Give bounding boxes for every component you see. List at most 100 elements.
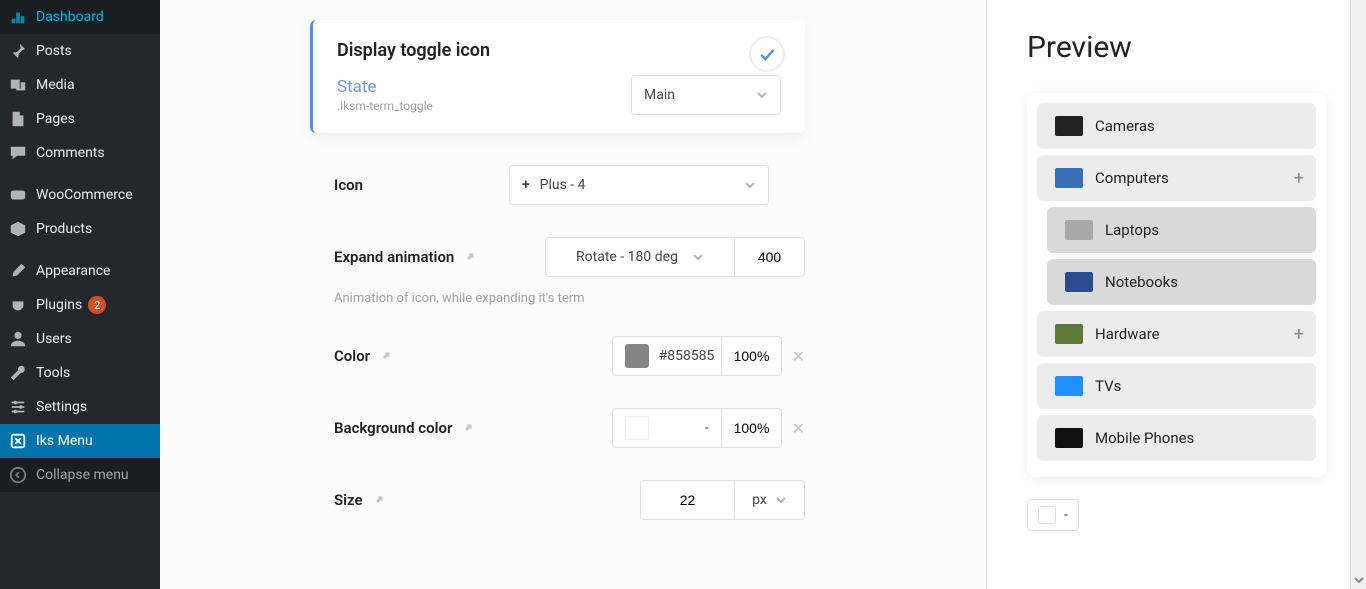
swatch-icon bbox=[1038, 506, 1056, 524]
woocommerce-icon bbox=[8, 185, 28, 205]
preview-item[interactable]: Mobile Phones bbox=[1037, 415, 1316, 461]
comment-icon bbox=[8, 143, 28, 163]
preview-item[interactable]: Computers + bbox=[1037, 155, 1316, 201]
plus-icon: + bbox=[522, 177, 530, 193]
sidebar-item-pages[interactable]: Pages bbox=[0, 102, 160, 136]
sidebar-collapse[interactable]: Collapse menu bbox=[0, 458, 160, 492]
preview-item-label: Laptops bbox=[1105, 221, 1159, 239]
preview-item-label: TVs bbox=[1095, 377, 1121, 395]
preview-item[interactable]: Hardware + bbox=[1037, 311, 1316, 357]
reset-icon[interactable] bbox=[378, 349, 392, 363]
sidebar-label: WooCommerce bbox=[36, 187, 133, 203]
sidebar-item-comments[interactable]: Comments bbox=[0, 136, 160, 170]
field-label-bgcolor: Background color bbox=[334, 419, 509, 437]
state-label: State bbox=[337, 77, 433, 97]
preview-item-label: Notebooks bbox=[1105, 273, 1178, 291]
preview-item-thumb bbox=[1049, 168, 1089, 188]
size-unit-select[interactable]: px bbox=[735, 480, 805, 520]
animation-duration-value[interactable] bbox=[747, 249, 792, 265]
admin-sidebar: Dashboard Posts Media Pages Comments Woo… bbox=[0, 0, 160, 589]
state-selector-text: .iksm-term_toggle bbox=[337, 99, 433, 113]
sidebar-item-posts[interactable]: Posts bbox=[0, 34, 160, 68]
reset-icon[interactable] bbox=[371, 493, 385, 507]
icon-select[interactable]: + Plus - 4 bbox=[509, 165, 769, 205]
plug-icon bbox=[8, 295, 28, 315]
enabled-check-icon[interactable] bbox=[749, 36, 785, 72]
expand-plus-icon[interactable]: + bbox=[1294, 324, 1304, 345]
animation-duration-input[interactable] bbox=[735, 237, 805, 277]
size-input[interactable] bbox=[640, 480, 735, 520]
preview-item[interactable]: TVs bbox=[1037, 363, 1316, 409]
preview-footer-swatch[interactable]: - bbox=[1027, 499, 1079, 531]
sliders-icon bbox=[8, 397, 28, 417]
sidebar-item-products[interactable]: Products bbox=[0, 212, 160, 246]
color-opacity-input[interactable] bbox=[722, 336, 782, 376]
clear-icon[interactable]: ✕ bbox=[792, 419, 805, 438]
size-value[interactable] bbox=[653, 492, 722, 508]
expand-plus-icon[interactable]: + bbox=[1294, 168, 1304, 189]
preview-item-label: Computers bbox=[1095, 169, 1169, 187]
iks-icon bbox=[8, 431, 28, 451]
scroll-down-icon[interactable] bbox=[1354, 575, 1364, 585]
page-icon bbox=[8, 109, 28, 129]
sidebar-label: Plugins bbox=[36, 297, 82, 313]
field-bgcolor: Background color - ✕ bbox=[334, 406, 805, 450]
bgcolor-picker[interactable]: - bbox=[612, 408, 722, 448]
sidebar-label: Comments bbox=[36, 145, 105, 161]
state-select[interactable]: Main bbox=[631, 75, 781, 115]
animation-select[interactable]: Rotate - 180 deg bbox=[545, 237, 735, 277]
field-label-size: Size bbox=[334, 491, 509, 509]
preview-item-label: Mobile Phones bbox=[1095, 429, 1194, 447]
color-picker[interactable]: #858585 bbox=[612, 336, 722, 376]
reset-icon[interactable] bbox=[462, 250, 476, 264]
reset-icon[interactable] bbox=[460, 421, 474, 435]
preview-item[interactable]: Cameras bbox=[1037, 103, 1316, 149]
preview-item-label: Hardware bbox=[1095, 325, 1160, 343]
color-opacity-value[interactable] bbox=[734, 348, 769, 364]
preview-item[interactable]: Notebooks bbox=[1047, 259, 1316, 305]
bgcolor-hex: - bbox=[705, 420, 709, 436]
sidebar-label: Settings bbox=[36, 399, 87, 415]
field-size: Size px bbox=[334, 478, 805, 522]
label-text: Background color bbox=[334, 419, 452, 437]
sidebar-item-appearance[interactable]: Appearance bbox=[0, 254, 160, 288]
chevron-down-icon bbox=[775, 494, 787, 506]
preview-item-thumb bbox=[1059, 272, 1099, 292]
sidebar-item-plugins[interactable]: Plugins 2 bbox=[0, 288, 160, 322]
bgcolor-opacity-value[interactable] bbox=[734, 420, 769, 436]
sidebar-label: Products bbox=[36, 221, 92, 237]
chevron-down-icon bbox=[756, 89, 768, 101]
sidebar-item-users[interactable]: Users bbox=[0, 322, 160, 356]
field-label-color: Color bbox=[334, 347, 509, 365]
clear-icon[interactable]: ✕ bbox=[792, 347, 805, 366]
pin-icon bbox=[8, 41, 28, 61]
chevron-down-icon bbox=[744, 179, 756, 191]
sidebar-label: Iks Menu bbox=[36, 433, 93, 449]
sidebar-label: Dashboard bbox=[36, 9, 104, 25]
preview-item-label: Cameras bbox=[1095, 117, 1155, 135]
wrench-icon bbox=[8, 363, 28, 383]
sidebar-label: Pages bbox=[36, 111, 75, 127]
sidebar-item-media[interactable]: Media bbox=[0, 68, 160, 102]
preview-item[interactable]: Laptops bbox=[1047, 207, 1316, 253]
size-unit: px bbox=[752, 492, 767, 508]
sidebar-item-woocommerce[interactable]: WooCommerce bbox=[0, 178, 160, 212]
preview-title: Preview bbox=[1027, 30, 1326, 65]
bgcolor-opacity-input[interactable] bbox=[722, 408, 782, 448]
sidebar-item-settings[interactable]: Settings bbox=[0, 390, 160, 424]
preview-panel: Preview Cameras Computers + Laptops Note… bbox=[986, 0, 1366, 589]
preview-box: Cameras Computers + Laptops Notebooks Ha… bbox=[1027, 93, 1326, 477]
field-color: Color #858585 ✕ bbox=[334, 334, 805, 378]
label-text: Icon bbox=[334, 176, 363, 194]
sidebar-item-iks-menu[interactable]: Iks Menu bbox=[0, 424, 160, 458]
card-title: Display toggle icon bbox=[337, 40, 781, 61]
sidebar-item-tools[interactable]: Tools bbox=[0, 356, 160, 390]
sidebar-label: Media bbox=[36, 77, 75, 93]
icon-value: Plus - 4 bbox=[540, 177, 586, 193]
state-value: Main bbox=[644, 87, 675, 103]
window-scrollbar[interactable] bbox=[1350, 0, 1366, 589]
plugins-update-badge: 2 bbox=[88, 296, 106, 314]
label-text: Color bbox=[334, 347, 370, 365]
preview-item-thumb bbox=[1049, 376, 1089, 396]
sidebar-item-dashboard[interactable]: Dashboard bbox=[0, 0, 160, 34]
